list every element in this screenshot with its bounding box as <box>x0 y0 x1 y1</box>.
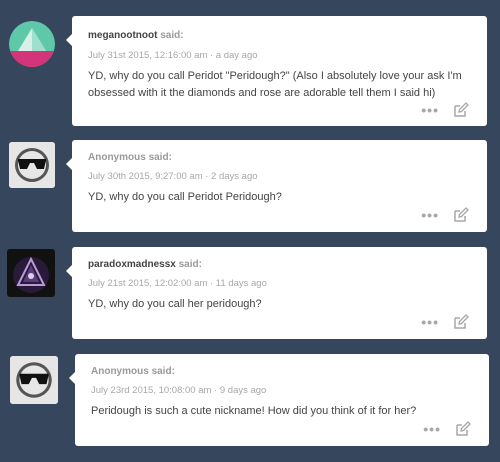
asker-line: Anonymous said: <box>88 152 172 163</box>
question-text: YD, why do you call her peridough? <box>88 298 262 310</box>
ask-timestamp: July 23rd 2015, 10:08:00 am · 9 days ago <box>91 385 267 396</box>
ask-card: Anonymous said: July 30th 2015, 9:27:00 … <box>66 140 487 232</box>
question-text: YD, why do you call Peridot "Peridough?"… <box>88 70 462 99</box>
avatar[interactable] <box>9 21 55 67</box>
dark-triangle-avatar-icon <box>7 249 55 297</box>
ask-timestamp: July 31st 2015, 12:16:00 am · a day ago <box>88 50 258 61</box>
said-label: said: <box>160 30 184 41</box>
ask-card: Anonymous said: July 23rd 2015, 10:08:00… <box>69 354 489 446</box>
question-text: Peridough is such a cute nickname! How d… <box>91 405 417 417</box>
ask-card: paradoxmadnessx said: July 21st 2015, 12… <box>66 247 487 339</box>
said-label: said: <box>148 152 172 163</box>
asker-name[interactable]: meganootnoot <box>88 30 157 41</box>
edit-icon[interactable] <box>455 421 471 437</box>
asker-line: paradoxmadnessx said: <box>88 259 202 270</box>
asker-name[interactable]: paradoxmadnessx <box>88 259 176 270</box>
said-label: said: <box>151 366 175 377</box>
post-actions: ••• <box>421 206 469 224</box>
ask-card: meganootnoot said: July 31st 2015, 12:16… <box>66 16 487 126</box>
anonymous-sunglasses-avatar-icon <box>9 142 55 188</box>
more-options-button[interactable]: ••• <box>421 208 439 222</box>
post-actions: ••• <box>423 420 471 438</box>
edit-icon[interactable] <box>453 314 469 330</box>
asker-line: meganootnoot said: <box>88 30 184 41</box>
anonymous-sunglasses-avatar-icon <box>10 356 58 404</box>
post-actions: ••• <box>421 101 469 119</box>
asker-name: Anonymous <box>91 366 149 377</box>
question-text: YD, why do you call Peridot Peridough? <box>88 191 282 203</box>
avatar[interactable] <box>10 356 58 404</box>
more-options-button[interactable]: ••• <box>421 103 439 117</box>
edit-icon[interactable] <box>453 102 469 118</box>
ask-timestamp: July 30th 2015, 9:27:00 am · 2 days ago <box>88 171 258 182</box>
geometric-triangle-avatar-icon <box>9 21 55 67</box>
said-label: said: <box>178 259 202 270</box>
ask-timestamp: July 21st 2015, 12:02:00 am · 11 days ag… <box>88 278 267 289</box>
post-actions: ••• <box>421 313 469 331</box>
more-options-button[interactable]: ••• <box>423 422 441 436</box>
more-options-button[interactable]: ••• <box>421 315 439 329</box>
asker-name: Anonymous <box>88 152 146 163</box>
avatar[interactable] <box>7 249 55 297</box>
avatar[interactable] <box>9 142 55 188</box>
asker-line: Anonymous said: <box>91 366 175 377</box>
edit-icon[interactable] <box>453 207 469 223</box>
